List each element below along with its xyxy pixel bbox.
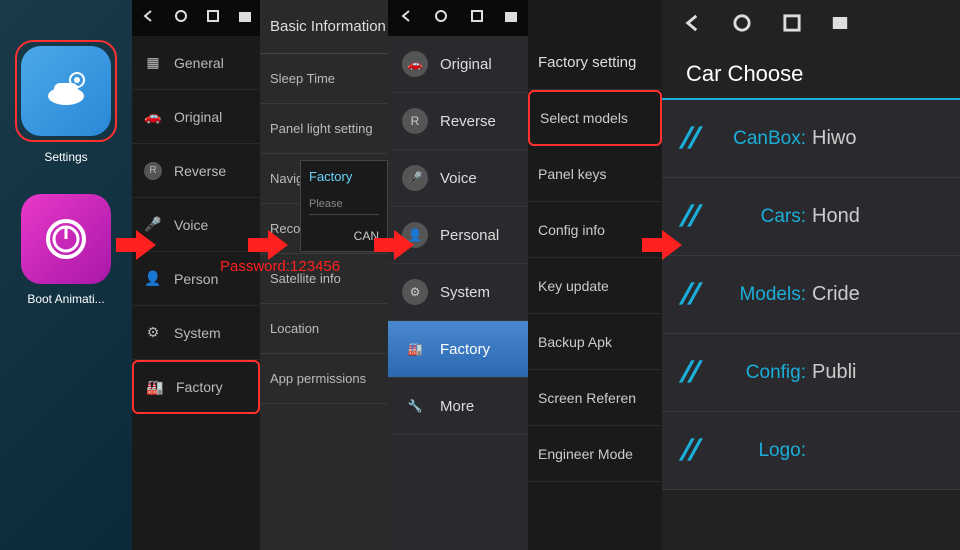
field-config[interactable]: // Config: Publi	[662, 334, 960, 412]
home-icon[interactable]	[174, 9, 188, 28]
factory-icon: 🏭	[402, 336, 428, 362]
sidebar-item-voice[interactable]: 🎤Voice	[388, 150, 528, 207]
back-icon[interactable]	[682, 13, 702, 38]
recent-icon[interactable]	[206, 9, 220, 28]
reverse-icon: R	[142, 160, 164, 182]
car-icon: 🚗	[402, 51, 428, 77]
sidebar-item-reverse[interactable]: RReverse	[388, 93, 528, 150]
mic-icon: 🎤	[402, 165, 428, 191]
arrow-icon	[248, 230, 288, 260]
car-icon: 🚗	[142, 106, 164, 128]
sidebar-item-factory[interactable]: 🏭Factory	[132, 360, 260, 414]
field-models[interactable]: // Models: Cride	[662, 256, 960, 334]
field-value: Cride	[812, 283, 860, 306]
app-settings[interactable]: Settings	[21, 40, 111, 164]
field-value: Publi	[812, 361, 856, 384]
row-backup-apk[interactable]: Backup Apk	[528, 314, 662, 370]
sidebar-item-original[interactable]: 🚗Original	[132, 90, 260, 144]
sidebar-item-system[interactable]: ⚙System	[132, 306, 260, 360]
grid-icon: ▦	[142, 52, 164, 74]
field-value: Hiwo	[812, 127, 856, 150]
field-canbox[interactable]: // CanBox: Hiwo	[662, 100, 960, 178]
panel-title: Basic Information	[260, 0, 388, 54]
recent-icon[interactable]	[470, 9, 484, 28]
power-icon	[21, 194, 111, 284]
home-icon[interactable]	[434, 9, 448, 28]
back-icon[interactable]	[399, 9, 413, 28]
app-label: Settings	[44, 150, 87, 164]
app-boot-animation[interactable]: Boot Animati...	[21, 194, 111, 306]
settings-sidebar-2: 🚗Original RReverse 🎤Voice 👤Personal ⚙Sys…	[388, 0, 528, 550]
home-panel: Settings Boot Animati...	[0, 0, 132, 550]
reverse-icon: R	[402, 108, 428, 134]
row-screen-reference[interactable]: Screen Referen	[528, 370, 662, 426]
gear-icon: ⚙	[142, 322, 164, 344]
recent-icon[interactable]	[782, 13, 802, 38]
gallery-icon[interactable]	[239, 9, 251, 27]
gear-icon: ⚙	[402, 279, 428, 305]
car-choose-panel: Car Choose // CanBox: Hiwo // Cars: Hond…	[662, 0, 960, 550]
password-hint: Password:123456	[220, 258, 340, 275]
settings-sidebar: ▦General 🚗Original RReverse 🎤Voice 👤Pers…	[132, 0, 260, 550]
basic-info-panel: Basic Information Sleep Time Panel light…	[260, 0, 388, 550]
gallery-icon[interactable]	[505, 9, 517, 27]
arrow-icon	[642, 230, 682, 260]
android-navbar	[388, 0, 528, 36]
row-sleep-time[interactable]: Sleep Time	[260, 54, 388, 104]
dialog-title: Factory	[309, 169, 379, 184]
field-value: Hond	[812, 205, 860, 228]
row-location[interactable]: Location	[260, 304, 388, 354]
cancel-button[interactable]: CAN	[309, 229, 379, 243]
app-label: Boot Animati...	[27, 292, 104, 306]
arrow-icon	[374, 230, 414, 260]
field-logo[interactable]: // Logo:	[662, 412, 960, 490]
settings-icon	[21, 46, 111, 136]
back-icon[interactable]	[141, 9, 155, 28]
row-app-permissions[interactable]: App permissions	[260, 354, 388, 404]
gallery-icon[interactable]	[832, 16, 848, 34]
sidebar-item-reverse[interactable]: RReverse	[132, 144, 260, 198]
row-select-models[interactable]: Select models	[528, 90, 662, 146]
sidebar-item-more[interactable]: 🔧More	[388, 378, 528, 435]
row-panel-keys[interactable]: Panel keys	[528, 146, 662, 202]
person-icon: 👤	[142, 268, 164, 290]
factory-settings-panel: Factory setting Select models Panel keys…	[528, 0, 662, 550]
arrow-icon	[116, 230, 156, 260]
sidebar-item-system[interactable]: ⚙System	[388, 264, 528, 321]
sidebar-item-factory[interactable]: 🏭Factory	[388, 321, 528, 378]
android-navbar	[662, 0, 960, 50]
factory-icon: 🏭	[144, 376, 166, 398]
android-navbar	[132, 0, 260, 36]
panel-title: Factory setting	[528, 36, 662, 90]
row-engineer-mode[interactable]: Engineer Mode	[528, 426, 662, 482]
sidebar-item-original[interactable]: 🚗Original	[388, 36, 528, 93]
field-cars[interactable]: // Cars: Hond	[662, 178, 960, 256]
row-panel-light[interactable]: Panel light setting	[260, 104, 388, 154]
row-key-update[interactable]: Key update	[528, 258, 662, 314]
home-icon[interactable]	[732, 13, 752, 38]
sidebar-item-general[interactable]: ▦General	[132, 36, 260, 90]
wrench-icon: 🔧	[402, 393, 428, 419]
password-input[interactable]: Please	[309, 198, 379, 215]
page-title: Car Choose	[662, 50, 960, 100]
